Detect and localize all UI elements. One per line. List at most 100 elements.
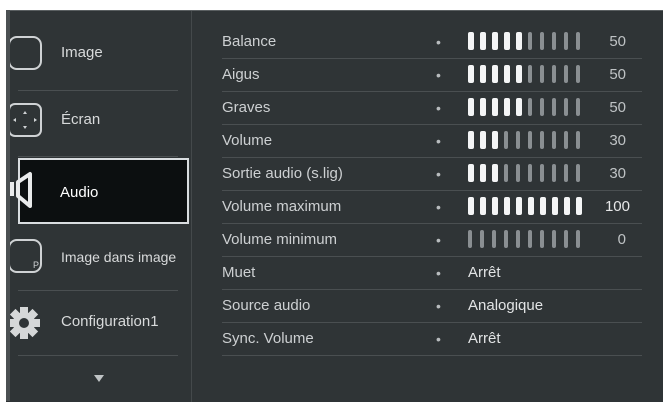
setting-row[interactable]: Volume minimum • 0 [222, 225, 642, 258]
sidebar-item-pip[interactable]: P Image dans image [6, 227, 191, 291]
level-bar-empty [552, 131, 556, 149]
level-bar-filled [492, 131, 498, 149]
sidebar-edge [191, 11, 192, 402]
level-slider[interactable] [468, 230, 594, 250]
level-bar-filled [492, 98, 498, 116]
setting-label: Sortie audio (s.lig) [222, 165, 343, 182]
bullet: • [436, 331, 441, 347]
level-bar-filled [480, 131, 486, 149]
setting-label: Volume [222, 132, 273, 149]
setting-label: Aigus [222, 66, 260, 83]
level-bar-empty [576, 131, 580, 149]
setting-label: Muet [222, 264, 256, 281]
row-divider [222, 58, 642, 59]
level-bar-filled [516, 197, 522, 215]
setting-row[interactable]: Graves • 50 [222, 93, 642, 126]
level-slider[interactable] [468, 131, 594, 151]
level-bar-empty [540, 98, 544, 116]
level-bar-empty [516, 164, 520, 182]
level-bar-filled [492, 197, 498, 215]
pip-icon: P [8, 239, 42, 273]
level-bar-empty [552, 32, 556, 50]
bullet: • [436, 265, 441, 281]
level-bar-empty [480, 230, 484, 248]
setting-row[interactable]: Sortie audio (s.lig) • 30 [222, 159, 642, 192]
row-divider [222, 256, 642, 257]
setting-value[interactable]: Arrêt [468, 258, 501, 288]
gear-icon [8, 307, 40, 339]
setting-value: 30 [609, 132, 626, 149]
level-bar-empty [528, 32, 532, 50]
level-bar-empty [552, 65, 556, 83]
setting-label: Volume minimum [222, 231, 338, 248]
level-slider[interactable] [468, 32, 594, 52]
level-bar-empty [540, 230, 544, 248]
level-slider[interactable] [468, 98, 594, 118]
level-bar-empty [528, 164, 532, 182]
sidebar-item-label: Écran [61, 111, 101, 128]
level-bar-empty [492, 230, 496, 248]
level-bar-empty [528, 65, 532, 83]
setting-row[interactable]: Source audio • Analogique [222, 291, 642, 324]
level-bar-empty [504, 164, 508, 182]
osd-menu: Image Écran Audio P Image dans image Con… [6, 10, 663, 402]
bullet: • [436, 67, 441, 83]
setting-value: 100 [604, 198, 630, 215]
setting-value: 50 [609, 33, 626, 50]
level-bar-filled [480, 164, 486, 182]
level-bar-filled [468, 98, 474, 116]
sidebar-item-image[interactable]: Image [6, 27, 191, 91]
setting-value: 50 [609, 99, 626, 116]
setting-value[interactable]: Arrêt [468, 324, 501, 354]
level-bar-filled [504, 98, 510, 116]
sidebar-divider [18, 90, 178, 91]
level-bar-empty [564, 164, 568, 182]
level-bar-empty [528, 230, 532, 248]
level-bar-filled [504, 65, 510, 83]
setting-label: Source audio [222, 297, 311, 314]
setting-row[interactable]: Muet • Arrêt [222, 258, 642, 291]
level-slider[interactable] [468, 65, 594, 85]
level-bar-filled [576, 197, 582, 215]
pip-letter: P [32, 260, 39, 270]
setting-row[interactable]: Volume maximum • 100 [222, 192, 642, 225]
level-bar-empty [540, 65, 544, 83]
row-divider [222, 223, 642, 224]
setting-row[interactable]: Aigus • 50 [222, 60, 642, 93]
setting-label: Sync. Volume [222, 330, 314, 347]
level-bar-empty [504, 230, 508, 248]
level-bar-empty [540, 164, 544, 182]
setting-value: 30 [609, 165, 626, 182]
sidebar: Image Écran Audio P Image dans image Con… [6, 11, 191, 402]
bullet: • [436, 34, 441, 50]
level-slider[interactable] [468, 164, 594, 184]
bullet: • [436, 298, 441, 314]
sidebar-item-ecran[interactable]: Écran [6, 93, 191, 157]
row-divider [222, 355, 642, 356]
sidebar-item-configuration1[interactable]: Configuration1 [6, 293, 191, 357]
level-bar-filled [528, 197, 534, 215]
audio-icon [9, 172, 32, 208]
level-bar-empty [576, 65, 580, 83]
level-bar-filled [480, 32, 486, 50]
level-bar-filled [480, 98, 486, 116]
setting-label: Balance [222, 33, 277, 50]
level-bar-filled [480, 197, 486, 215]
level-bar-empty [528, 98, 532, 116]
level-bar-filled [504, 32, 510, 50]
setting-row[interactable]: Balance • 50 [222, 27, 642, 60]
sidebar-item-label: Image [61, 44, 103, 61]
bullet: • [436, 232, 441, 248]
bullet: • [436, 133, 441, 149]
level-bar-empty [540, 32, 544, 50]
level-bar-empty [504, 131, 508, 149]
chevron-down-icon[interactable] [94, 375, 104, 382]
sidebar-divider [18, 355, 178, 356]
level-slider[interactable] [468, 197, 594, 217]
bullet: • [436, 199, 441, 215]
level-bar-filled [516, 98, 522, 116]
sidebar-item-audio[interactable]: Audio [9, 158, 189, 224]
setting-value[interactable]: Analogique [468, 291, 543, 321]
setting-row[interactable]: Volume • 30 [222, 126, 642, 159]
setting-row[interactable]: Sync. Volume • Arrêt [222, 324, 642, 357]
